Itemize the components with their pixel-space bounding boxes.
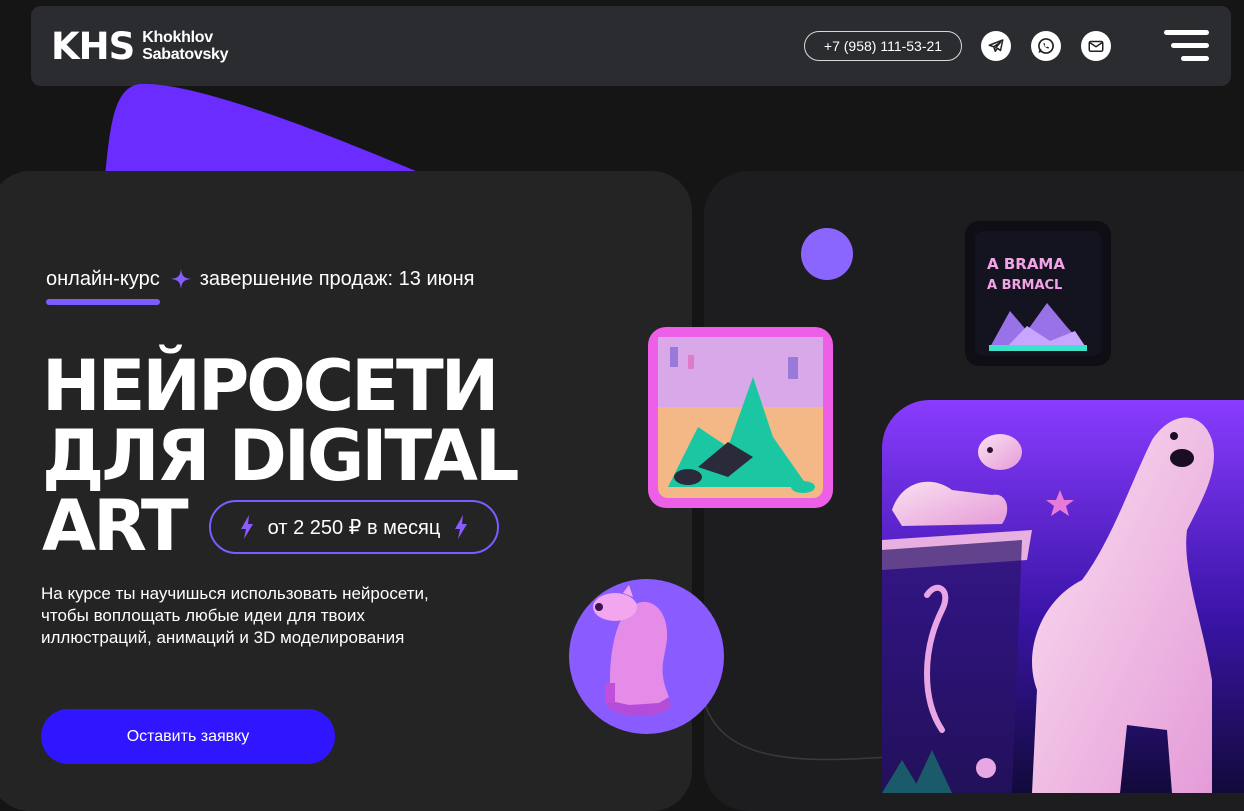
logo-line-1: Khokhlov [142, 29, 213, 46]
tag-row: онлайн-курс завершение продаж: 13 июня [46, 268, 475, 305]
creature-artwork-small [569, 579, 724, 734]
logo[interactable]: KHS Khokhlov Sabatovsky [51, 24, 229, 68]
lightning-icon [455, 515, 468, 539]
telegram-icon[interactable] [981, 31, 1011, 61]
title-line-1: НЕЙРОСЕТИ [42, 345, 499, 427]
mail-icon[interactable] [1081, 31, 1111, 61]
tag-online-label: онлайн-курс [46, 268, 160, 290]
sparkle-icon [170, 268, 191, 290]
sales-end-label: завершение продаж: 13 июня [199, 268, 475, 290]
tag-online-course: онлайн-курс [46, 268, 160, 305]
logo-wordmark: Khokhlov Sabatovsky [142, 29, 228, 63]
menu-line [1181, 56, 1209, 61]
title-line-2: ДЛЯ DIGITAL [42, 415, 519, 497]
submit-application-button[interactable]: Оставить заявку [41, 709, 335, 764]
phone-button[interactable]: +7 (958) 111-53-21 [804, 31, 962, 61]
menu-line [1171, 43, 1209, 48]
creature-artwork-large [882, 400, 1244, 793]
price-badge: от 2 250 ₽ в месяц [209, 500, 499, 554]
lightning-icon [240, 515, 253, 539]
menu-line [1164, 30, 1209, 35]
price-label: от 2 250 ₽ в месяц [267, 516, 441, 539]
whatsapp-icon[interactable] [1031, 31, 1061, 61]
menu-button[interactable] [1164, 30, 1209, 64]
decorative-dot [801, 228, 853, 280]
poster-artwork: A BRAMA A BRMACL [965, 221, 1111, 366]
poster-text-1: A BRAMA [987, 255, 1065, 273]
logo-mark: KHS [51, 24, 135, 68]
artwork-tile [648, 327, 833, 508]
tag-underline [46, 299, 160, 305]
decorative-blob [105, 83, 430, 177]
logo-line-2: Sabatovsky [142, 46, 229, 63]
header: KHS Khokhlov Sabatovsky +7 (958) 111-53-… [31, 6, 1231, 86]
course-description: На курсе ты научишься использовать нейро… [41, 584, 429, 647]
poster-text-2: A BRMACL [987, 278, 1062, 293]
